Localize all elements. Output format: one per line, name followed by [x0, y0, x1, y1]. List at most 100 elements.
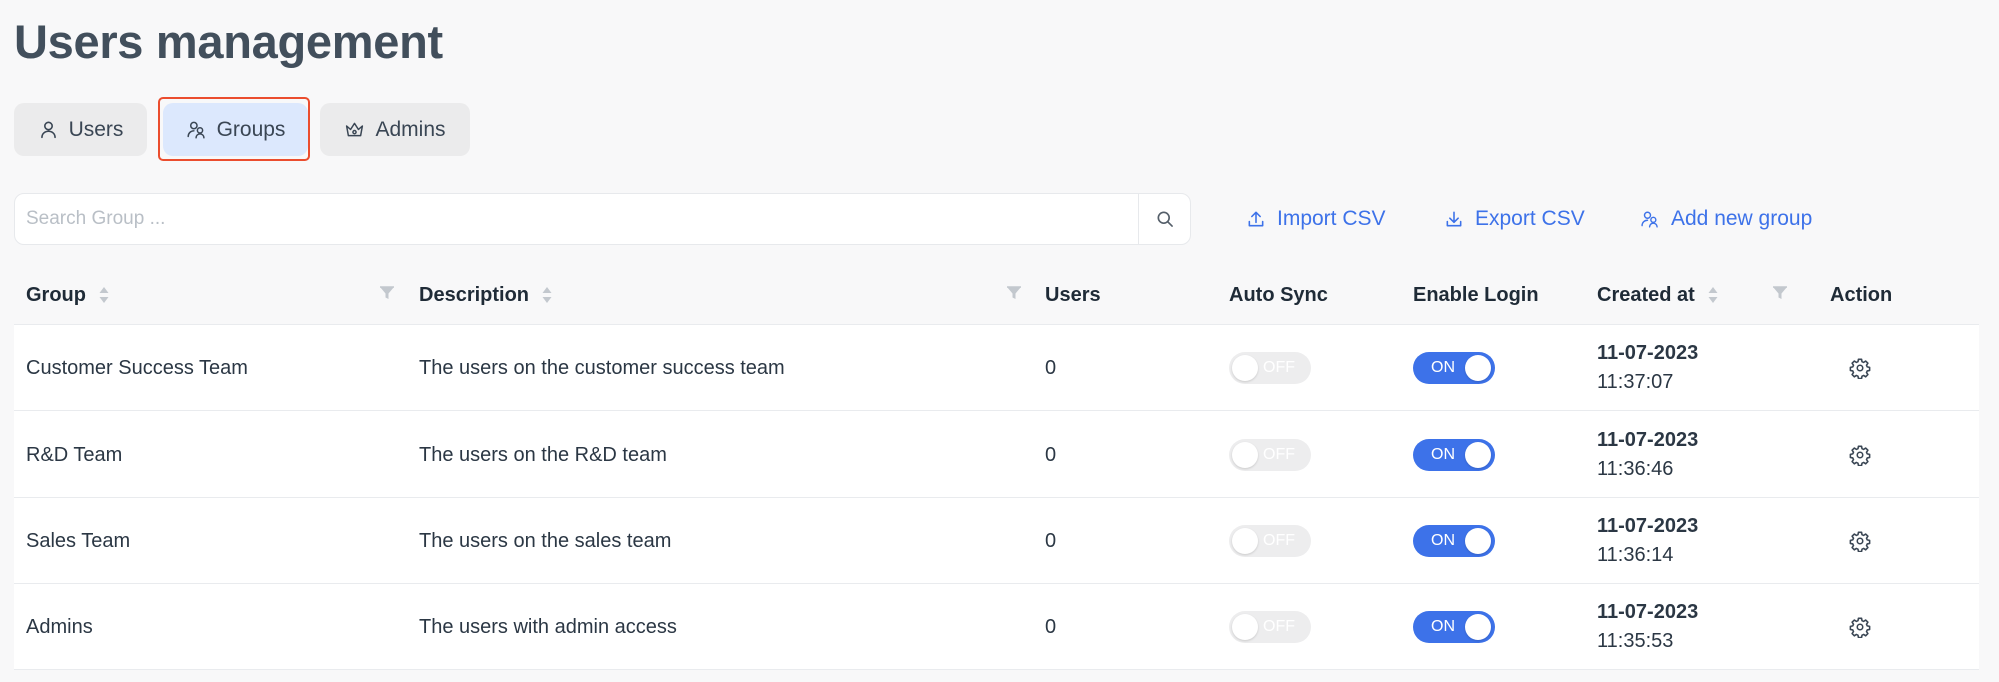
search-input[interactable] [15, 194, 1138, 244]
enable-login-cell: ON [1413, 498, 1495, 584]
users-management-page: Users management Users Groups Admins Sea… [0, 0, 1999, 682]
page-title: Users management [14, 15, 443, 68]
column-header-enable-login: Enable Login [1413, 265, 1539, 325]
sort-icon[interactable] [98, 284, 110, 306]
column-header-users: Users [1045, 265, 1101, 325]
add-new-group-label: Add new group [1671, 207, 1813, 230]
gear-icon[interactable] [1849, 357, 1871, 379]
download-icon [1446, 211, 1462, 227]
users-count-cell: 0 [1045, 615, 1057, 638]
enable-login-cell: ON [1413, 412, 1495, 498]
toggle-state-label: ON [1431, 359, 1455, 376]
action-cell [1849, 412, 1871, 498]
column-header-description-label: Description [419, 283, 530, 306]
import-csv-label: Import CSV [1277, 207, 1386, 230]
group-icon [187, 121, 205, 139]
toggle-state-label: OFF [1263, 359, 1295, 376]
auto-sync-cell: OFF [1229, 412, 1311, 498]
toggle-state-label: ON [1431, 446, 1455, 463]
created-date: 11-07-2023 [1597, 601, 1699, 623]
auto-sync-toggle[interactable]: OFF [1229, 439, 1311, 471]
auto-sync-cell: OFF [1229, 325, 1311, 411]
tab-admins[interactable]: Admins [320, 103, 470, 156]
column-header-group[interactable]: Group [26, 265, 110, 325]
gear-icon[interactable] [1849, 616, 1871, 638]
users-count-cell: 0 [1045, 529, 1057, 552]
upload-icon [1248, 211, 1264, 227]
created-time: 11:36:46 [1597, 458, 1674, 480]
tab-groups[interactable]: Groups [163, 103, 308, 156]
column-header-action-label: Action [1830, 283, 1893, 306]
auto-sync-toggle[interactable]: OFF [1229, 525, 1311, 557]
auto-sync-cell: OFF [1229, 584, 1311, 670]
toggle-state-label: OFF [1263, 532, 1295, 549]
column-header-users-label: Users [1045, 283, 1101, 306]
created-date: 11-07-2023 [1597, 342, 1699, 364]
toggle-state-label: OFF [1263, 446, 1295, 463]
sort-icon[interactable] [541, 284, 553, 306]
table-row: Admins The users with admin access 0 OFF… [14, 584, 1979, 670]
auto-sync-cell: OFF [1229, 498, 1311, 584]
action-cell [1849, 584, 1871, 670]
group-name-cell: Sales Team [26, 529, 131, 552]
description-cell: The users on the customer success team [419, 356, 785, 379]
group-name-cell: Customer Success Team [26, 356, 248, 379]
created-at-cell: 11-07-2023 11:37:07 [1597, 325, 1698, 411]
table-row: Sales Team The users on the sales team 0… [14, 498, 1979, 584]
toggle-knob [1465, 442, 1491, 468]
tab-users-label: Users [68, 117, 124, 141]
tab-admins-label: Admins [375, 117, 446, 141]
filter-icon[interactable] [1772, 285, 1788, 301]
enable-login-toggle[interactable]: ON [1413, 611, 1495, 643]
search-group-box [14, 193, 1191, 245]
add-group-icon [1641, 211, 1658, 228]
toggle-knob [1232, 614, 1258, 640]
crown-icon [346, 122, 364, 137]
enable-login-toggle[interactable]: ON [1413, 352, 1495, 384]
tab-users[interactable]: Users [14, 103, 147, 156]
column-header-created-at-label: Created at [1597, 283, 1695, 306]
search-button[interactable] [1138, 194, 1190, 244]
auto-sync-toggle[interactable]: OFF [1229, 352, 1311, 384]
toggle-knob [1465, 528, 1491, 554]
column-header-group-label: Group [26, 283, 86, 306]
sort-icon[interactable] [1707, 284, 1719, 306]
table-row: R&D Team The users on the R&D team 0 OFF… [14, 412, 1979, 498]
created-at-cell: 11-07-2023 11:36:46 [1597, 412, 1698, 498]
user-icon [40, 121, 56, 139]
auto-sync-toggle[interactable]: OFF [1229, 611, 1311, 643]
toggle-state-label: ON [1431, 532, 1455, 549]
tab-groups-label: Groups [216, 117, 286, 141]
export-csv-label: Export CSV [1475, 207, 1585, 230]
created-time: 11:36:14 [1597, 544, 1674, 566]
filter-icon[interactable] [1006, 285, 1022, 301]
export-csv-button[interactable]: Export CSV [1444, 205, 1585, 233]
toggle-knob [1465, 355, 1491, 381]
toggle-state-label: ON [1431, 618, 1455, 635]
enable-login-toggle[interactable]: ON [1413, 439, 1495, 471]
created-date: 11-07-2023 [1597, 515, 1699, 537]
toggle-knob [1232, 442, 1258, 468]
description-cell: The users on the sales team [419, 529, 672, 552]
gear-icon[interactable] [1849, 444, 1871, 466]
toggle-state-label: OFF [1263, 618, 1295, 635]
table-row: Customer Success Team The users on the c… [14, 325, 1979, 411]
column-header-auto-sync: Auto Sync [1229, 265, 1328, 325]
gear-icon[interactable] [1849, 530, 1871, 552]
filter-icon[interactable] [379, 285, 395, 301]
import-csv-button[interactable]: Import CSV [1246, 205, 1386, 233]
users-count-cell: 0 [1045, 356, 1057, 379]
column-header-description[interactable]: Description [419, 265, 553, 325]
add-new-group-button[interactable]: Add new group [1640, 205, 1812, 233]
column-header-enable-login-label: Enable Login [1413, 283, 1539, 306]
enable-login-toggle[interactable]: ON [1413, 525, 1495, 557]
column-header-created-at[interactable]: Created at [1597, 265, 1719, 325]
column-header-auto-sync-label: Auto Sync [1229, 283, 1328, 306]
users-count-cell: 0 [1045, 443, 1057, 466]
created-date: 11-07-2023 [1597, 429, 1699, 451]
toggle-knob [1465, 614, 1491, 640]
group-name-cell: R&D Team [26, 443, 123, 466]
column-header-action: Action [1830, 265, 1892, 325]
toggle-knob [1232, 355, 1258, 381]
enable-login-cell: ON [1413, 584, 1495, 670]
